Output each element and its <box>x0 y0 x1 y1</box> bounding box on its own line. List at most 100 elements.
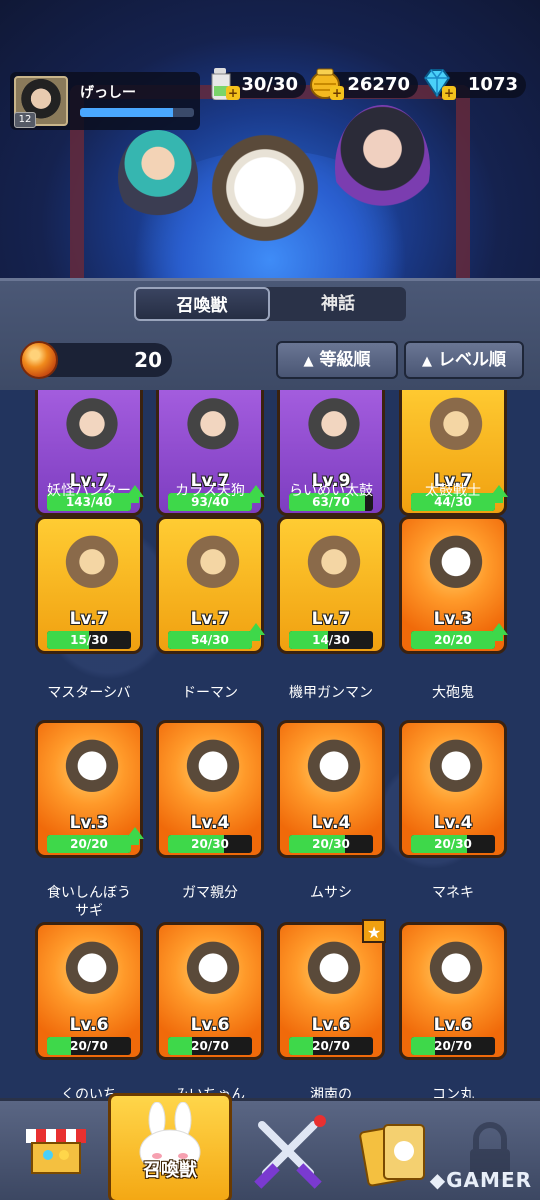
player-name: げっしー <box>80 85 136 101</box>
beast-portrait <box>298 395 370 467</box>
beast-name: マネキ <box>432 885 474 901</box>
beast-progress-bar: 20/70 <box>168 1037 252 1055</box>
stamina-plus-icon[interactable]: + <box>226 86 240 100</box>
collection-tabs: 召喚獣 神話 <box>134 287 406 321</box>
beast-name: カラス天狗 <box>175 483 245 499</box>
beast-name: マスターシバ <box>47 685 131 701</box>
card-deck-icon <box>359 1124 425 1187</box>
beast-name: コン丸 <box>432 1087 474 1098</box>
gem-counter[interactable]: + 1073 <box>423 69 526 100</box>
beast-progress-bar: 20/70 <box>289 1037 373 1055</box>
beast-name: 太鼓戦士 <box>425 483 481 499</box>
beast-level: Lv.4 <box>190 813 230 833</box>
sort-by-grade-label: 等級順 <box>319 350 371 370</box>
sort-by-grade-button[interactable]: ▲ 等級順 <box>276 341 398 379</box>
beast-level: Lv.3 <box>433 609 473 629</box>
beast-progress-bar: 20/30 <box>289 835 373 853</box>
summon-banner: 12 げっしー + 30/30 + 26270 + 1073 <box>0 0 540 278</box>
beast-portrait <box>298 939 370 1011</box>
beast-portrait <box>177 939 249 1011</box>
beast-level: Lv.4 <box>433 813 473 833</box>
beast-portrait <box>298 737 370 809</box>
beast-card[interactable]: Lv.6 20/70 <box>156 922 264 1060</box>
beast-portrait <box>56 737 128 809</box>
beast-name: 妖怪ハンター <box>47 483 131 499</box>
beast-progress-text: 20/70 <box>312 1039 350 1053</box>
gold-plus-icon[interactable]: + <box>330 86 344 100</box>
gamer-watermark-text: GAMER <box>446 1168 532 1192</box>
nav-shop-button[interactable] <box>8 1109 104 1197</box>
beast-portrait <box>177 737 249 809</box>
upgrade-arrow-icon <box>490 623 508 641</box>
beast-progress-bar: 20/20 <box>47 835 131 853</box>
beast-portrait <box>56 939 128 1011</box>
beast-card[interactable]: Lv.4 20/30 <box>399 720 507 858</box>
beast-card[interactable]: Lv.7 54/30 <box>156 516 265 654</box>
beast-level: Lv.4 <box>311 813 351 833</box>
beast-portrait <box>298 533 370 605</box>
cat-mascot-illustration <box>200 125 330 265</box>
beast-progress-bar: 20/30 <box>168 835 252 853</box>
gem-plus-icon[interactable]: + <box>442 86 456 100</box>
player-profile[interactable]: 12 げっしー <box>10 72 200 130</box>
gold-counter[interactable]: + 26270 <box>310 68 418 100</box>
archer-girl-illustration <box>118 130 198 225</box>
stamina-counter[interactable]: + 30/30 <box>211 68 306 100</box>
beast-level: Lv.3 <box>69 813 109 833</box>
beast-portrait <box>177 533 249 605</box>
beast-card[interactable]: Lv.3 20/20 <box>399 516 508 654</box>
beast-portrait <box>420 533 492 605</box>
beast-name: 食いしんぼう サギ <box>47 885 131 919</box>
beast-progress-text: 20/70 <box>191 1039 229 1053</box>
beast-name: らいめい太鼓 <box>289 483 373 499</box>
beast-progress-bar: 14/30 <box>289 631 373 649</box>
shop-stall-icon <box>26 1129 86 1174</box>
fire-orb-icon <box>20 341 58 379</box>
nav-battle-button[interactable] <box>240 1109 336 1197</box>
summon-orb-counter[interactable]: 20 <box>20 341 172 379</box>
triangle-up-icon: ▲ <box>422 354 433 369</box>
beast-portrait <box>56 533 128 605</box>
beast-portrait <box>56 395 128 467</box>
beast-card[interactable]: Lv.4 20/30 <box>277 720 385 858</box>
beast-progress-text: 20/30 <box>191 837 229 851</box>
beast-name: 湘南の ショウタ <box>310 1087 352 1098</box>
beast-progress-bar: 20/70 <box>47 1037 131 1055</box>
beast-progress-text: 20/20 <box>434 633 472 647</box>
nav-cards-button[interactable] <box>346 1109 442 1197</box>
beast-progress-bar: 54/30 <box>168 631 252 649</box>
beast-card[interactable]: Lv.6 20/70 <box>35 922 143 1060</box>
beast-progress-text: 20/70 <box>434 1039 472 1053</box>
beast-progress-bar: 20/30 <box>411 835 495 853</box>
nav-summon-label: 召喚獣 <box>143 1160 197 1181</box>
bottom-navigation: 召喚獣 ◆GAMER <box>0 1093 540 1200</box>
summon-beast-grid[interactable]: Lv.7 143/40 妖怪ハンター Lv.7 93/40 カラス天狗 Lv.9 63/70 ら… <box>0 390 540 1098</box>
orb-count: 20 <box>134 348 162 372</box>
beast-card[interactable]: Lv.7 15/30 <box>35 516 143 654</box>
beast-level: Lv.7 <box>190 609 230 629</box>
nav-summon-beasts-button[interactable]: 召喚獣 <box>108 1093 232 1200</box>
beast-card[interactable]: Lv.3 20/20 <box>35 720 144 858</box>
beast-card[interactable]: Lv.6 20/70 <box>399 922 507 1060</box>
beast-portrait <box>420 737 492 809</box>
sort-by-level-button[interactable]: ▲ レベル順 <box>404 341 524 379</box>
player-level-badge: 12 <box>14 112 36 128</box>
beast-progress-bar: 20/70 <box>411 1037 495 1055</box>
tab-summon-beasts[interactable]: 召喚獣 <box>134 287 270 321</box>
beast-card[interactable]: Lv.7 14/30 <box>277 516 385 654</box>
beast-name: 大砲鬼 <box>432 685 474 701</box>
triangle-up-icon: ▲ <box>303 354 314 369</box>
beast-progress-text: 20/30 <box>312 837 350 851</box>
beast-level: Lv.6 <box>433 1015 473 1035</box>
upgrade-arrow-icon <box>126 827 144 845</box>
beast-progress-text: 15/30 <box>70 633 108 647</box>
beast-progress-bar: 20/20 <box>411 631 495 649</box>
beast-progress-text: 20/20 <box>70 837 108 851</box>
stamina-value: 30/30 <box>241 74 298 95</box>
player-xp-fill <box>80 108 174 117</box>
tab-mythology[interactable]: 神話 <box>270 287 406 321</box>
beast-card[interactable]: Lv.6 20/70 ★ <box>277 919 386 1060</box>
beast-card[interactable]: Lv.4 20/30 <box>156 720 264 858</box>
player-xp-bar <box>80 108 194 117</box>
beast-progress-text: 14/30 <box>312 633 350 647</box>
